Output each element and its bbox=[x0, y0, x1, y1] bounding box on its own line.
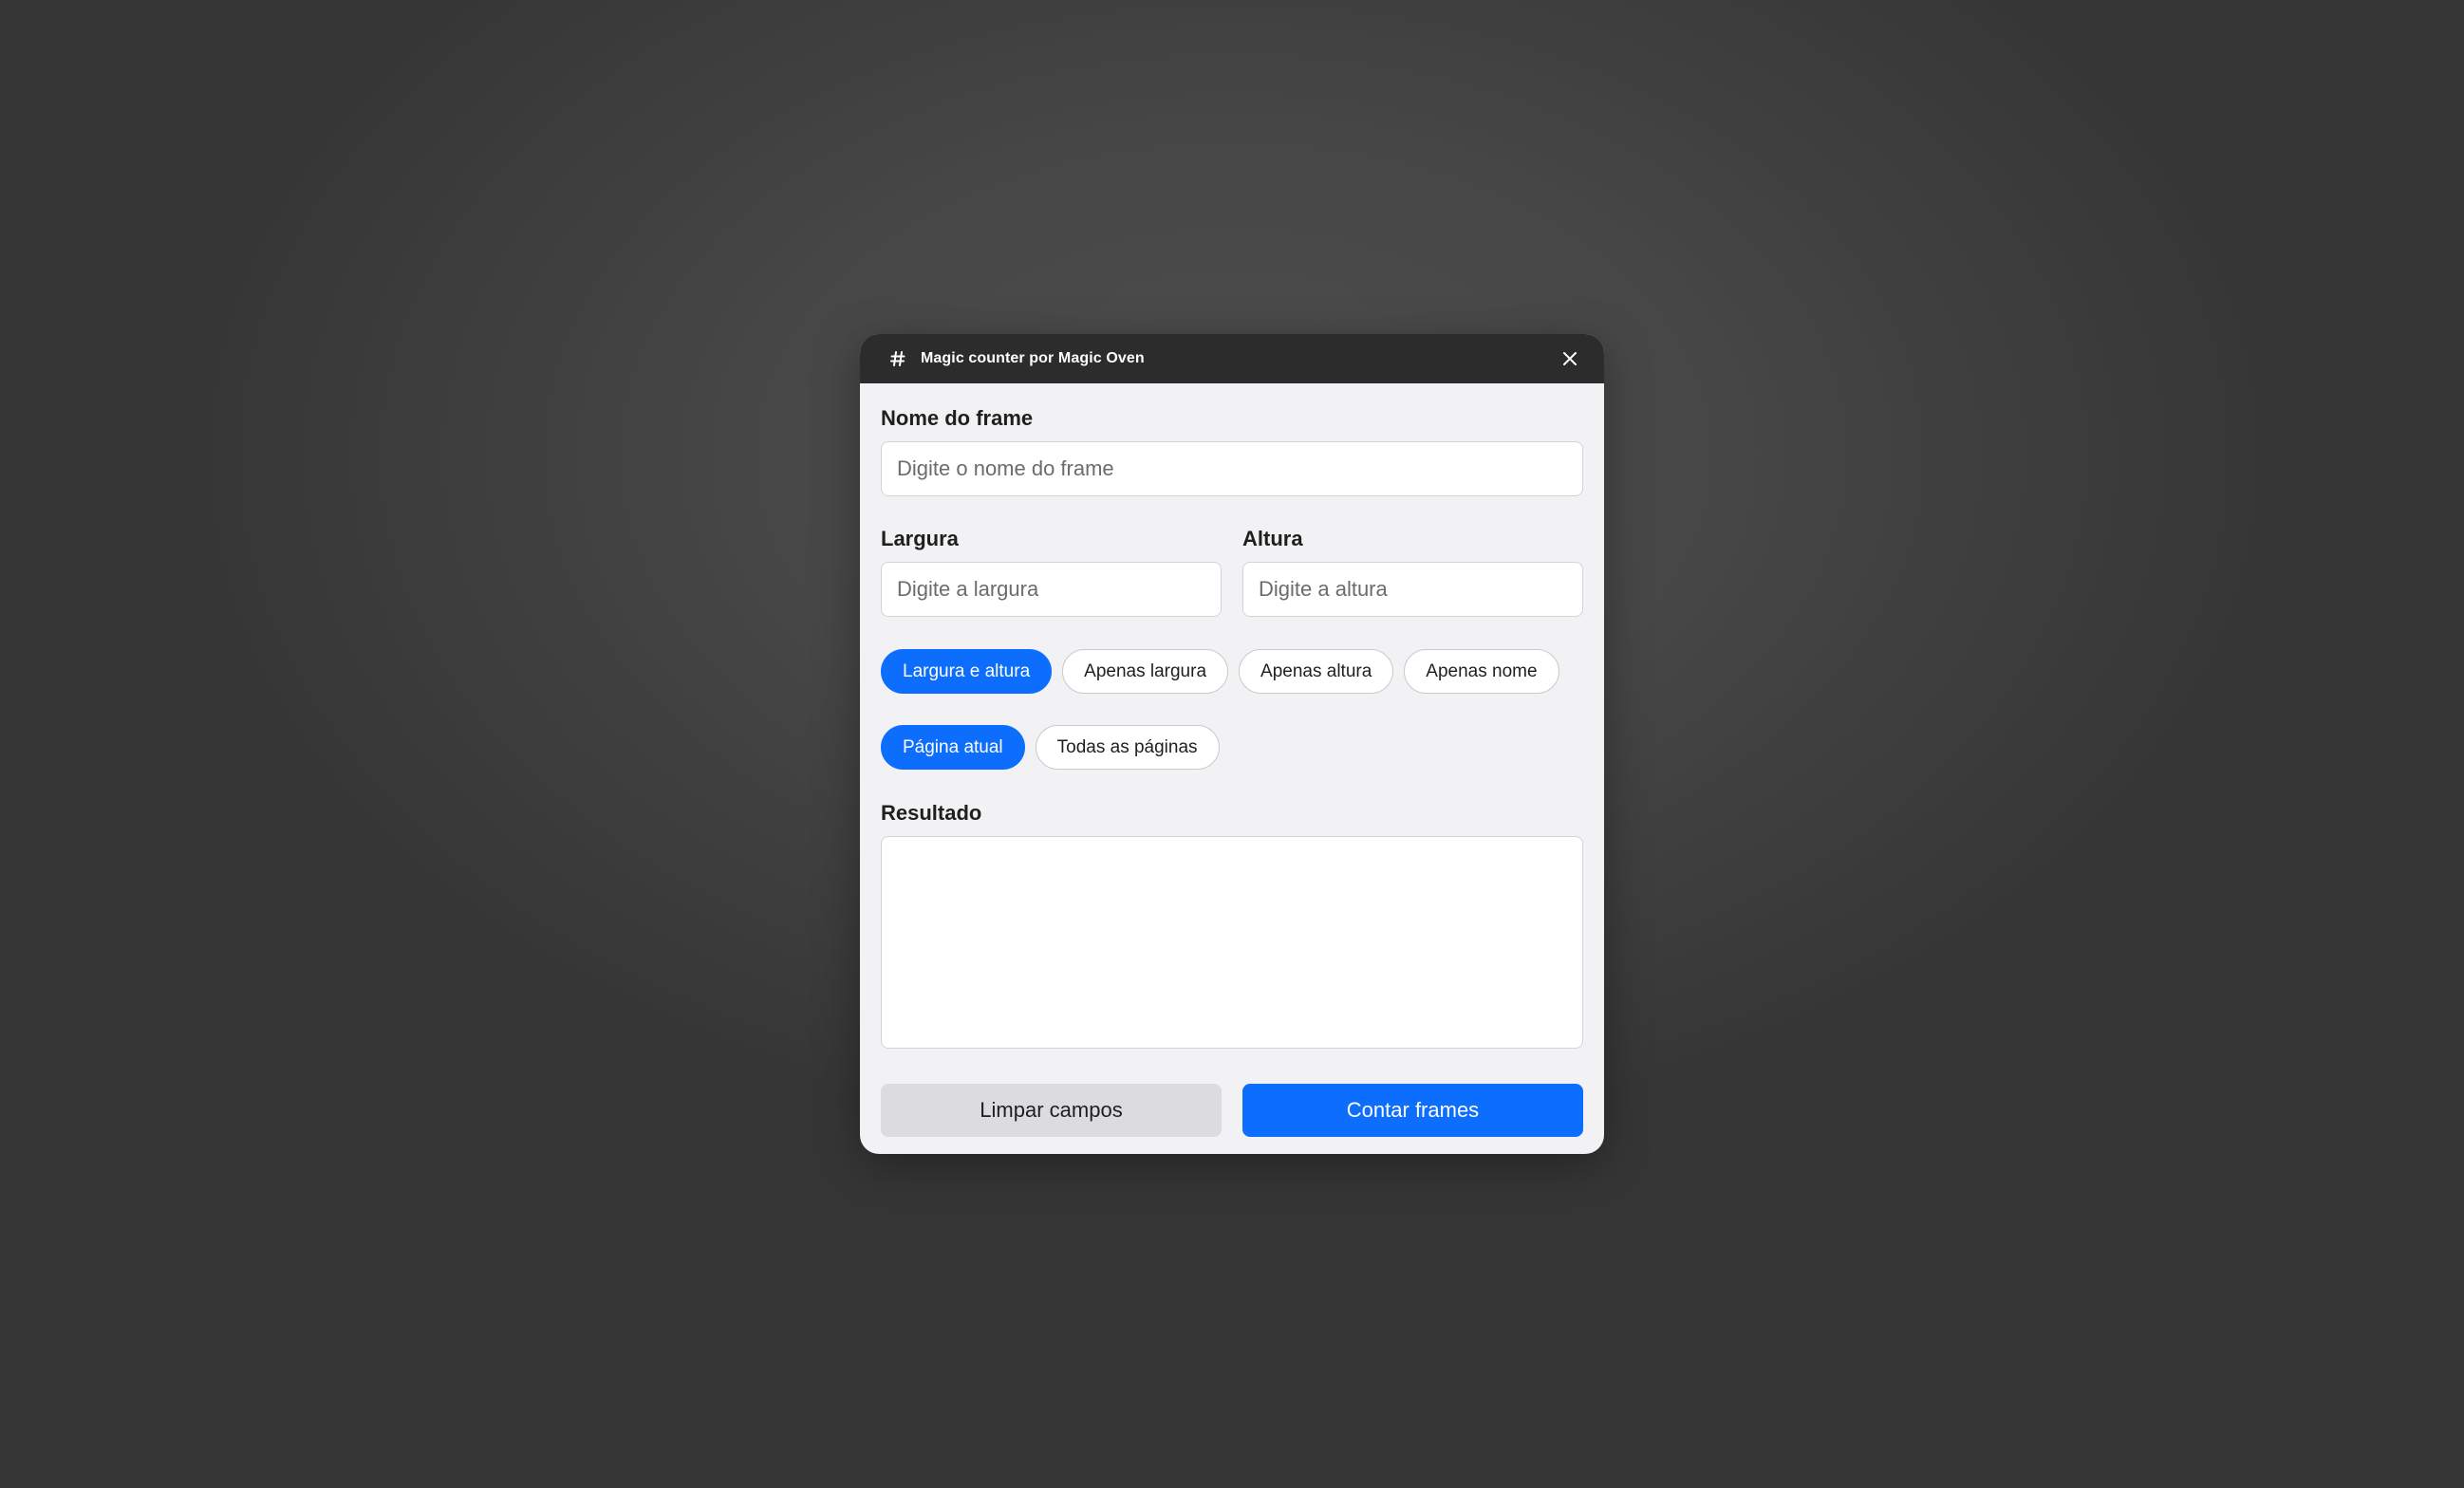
height-label: Altura bbox=[1242, 527, 1303, 550]
match-name-only-pill[interactable]: Apenas nome bbox=[1404, 649, 1559, 694]
close-icon[interactable] bbox=[1557, 345, 1583, 372]
match-mode-group: Largura e altura Apenas largura Apenas a… bbox=[881, 649, 1583, 694]
scope-all-pages-pill[interactable]: Todas as páginas bbox=[1035, 725, 1220, 770]
height-input[interactable] bbox=[1242, 562, 1583, 617]
match-height-only-pill[interactable]: Apenas altura bbox=[1239, 649, 1394, 694]
window-title: Magic counter por Magic Oven bbox=[921, 350, 1145, 366]
match-width-and-height-pill[interactable]: Largura e altura bbox=[881, 649, 1053, 694]
magic-counter-dialog: Magic counter por Magic Oven Nome do fra… bbox=[860, 334, 1604, 1154]
scope-group: Página atual Todas as páginas bbox=[881, 725, 1583, 770]
frame-name-input[interactable] bbox=[881, 441, 1583, 496]
height-field: Altura bbox=[1242, 527, 1583, 617]
result-textarea[interactable] bbox=[881, 836, 1583, 1049]
width-label: Largura bbox=[881, 527, 959, 550]
form-body: Nome do frame Largura Altura Largura e a… bbox=[860, 383, 1604, 1137]
action-buttons: Limpar campos Contar frames bbox=[881, 1084, 1583, 1137]
title-bar: Magic counter por Magic Oven bbox=[860, 334, 1604, 383]
clear-fields-button[interactable]: Limpar campos bbox=[881, 1084, 1222, 1137]
scope-current-page-pill[interactable]: Página atual bbox=[881, 725, 1025, 770]
match-width-only-pill[interactable]: Apenas largura bbox=[1062, 649, 1229, 694]
frame-name-label: Nome do frame bbox=[881, 406, 1034, 430]
count-frames-button[interactable]: Contar frames bbox=[1242, 1084, 1583, 1137]
hash-icon bbox=[887, 347, 909, 370]
width-field: Largura bbox=[881, 527, 1222, 617]
result-label: Resultado bbox=[881, 801, 982, 825]
width-input[interactable] bbox=[881, 562, 1222, 617]
dimensions-row: Largura Altura bbox=[881, 527, 1583, 617]
